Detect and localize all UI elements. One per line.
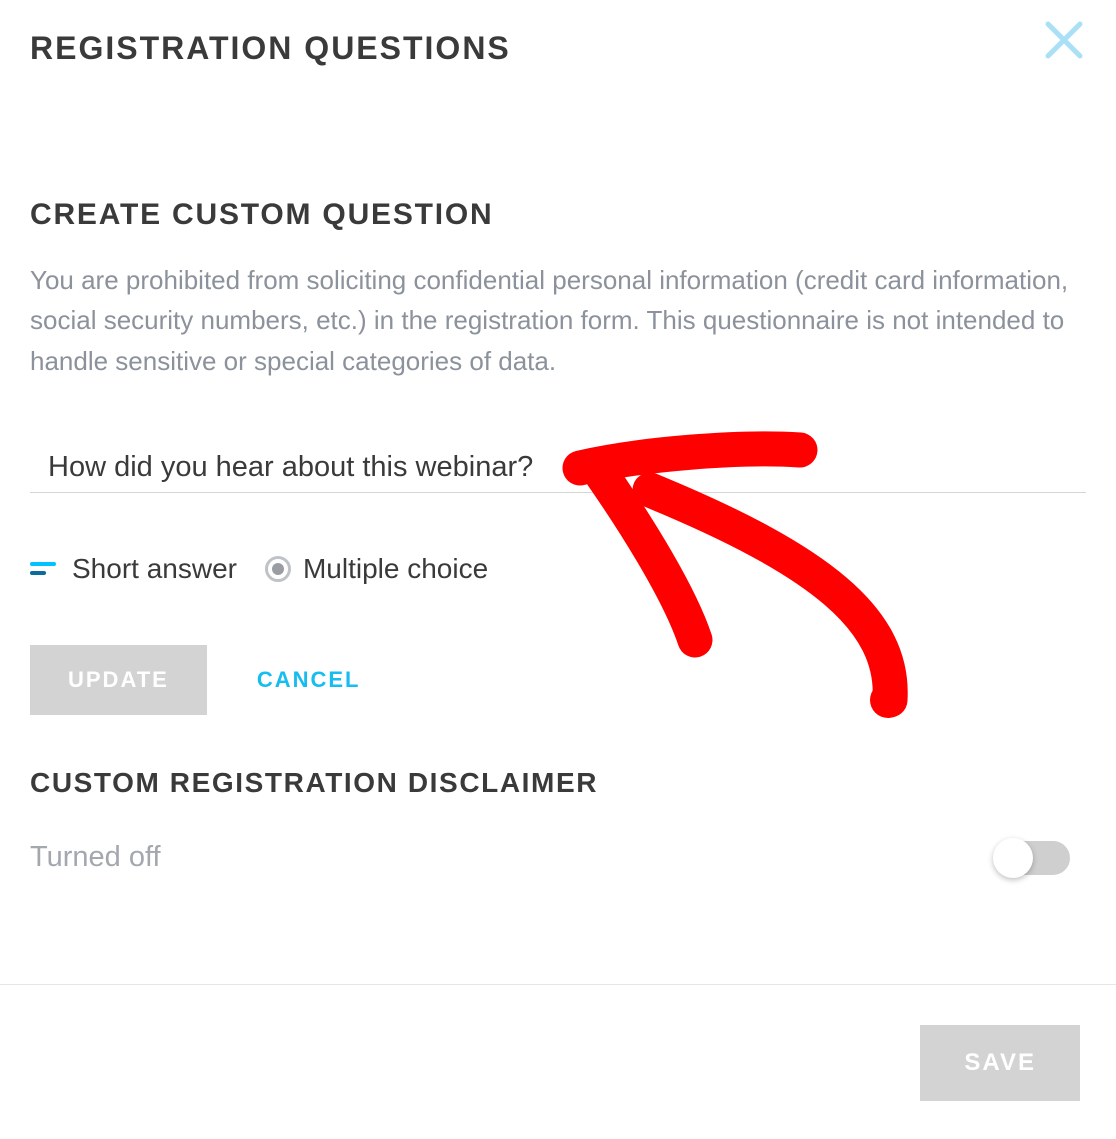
- question-input[interactable]: [48, 451, 1086, 484]
- answer-type-short[interactable]: Short answer: [30, 553, 237, 585]
- update-button[interactable]: UPDATE: [30, 645, 207, 715]
- cancel-button[interactable]: CANCEL: [257, 667, 361, 693]
- create-question-heading: Create Custom Question: [30, 198, 1086, 232]
- create-question-section: Create Custom Question You are prohibite…: [30, 198, 1086, 925]
- disclaimer-heading: Custom Registration Disclaimer: [30, 767, 1086, 799]
- answer-type-multiple-label: Multiple choice: [303, 553, 488, 585]
- answer-type-multiple[interactable]: Multiple choice: [265, 553, 488, 585]
- answer-type-short-label: Short answer: [72, 553, 237, 585]
- toggle-knob: [993, 838, 1033, 878]
- short-answer-icon: [30, 562, 60, 575]
- disclaimer-row: Turned off: [30, 841, 1086, 925]
- question-input-wrap: [30, 421, 1086, 493]
- footer: SAVE: [0, 984, 1116, 1139]
- action-row: UPDATE CANCEL: [30, 645, 1086, 715]
- disclaimer-toggle[interactable]: [996, 841, 1070, 875]
- radio-icon: [265, 556, 291, 582]
- create-question-description: You are prohibited from soliciting confi…: [30, 260, 1086, 381]
- close-icon: [1040, 16, 1088, 64]
- close-button[interactable]: [1036, 12, 1092, 68]
- disclaimer-status: Turned off: [30, 841, 161, 874]
- header: Registration Questions: [30, 30, 1086, 68]
- page-title: Registration Questions: [30, 30, 511, 67]
- answer-type-row: Short answer Multiple choice: [30, 553, 1086, 585]
- save-button[interactable]: SAVE: [920, 1025, 1080, 1101]
